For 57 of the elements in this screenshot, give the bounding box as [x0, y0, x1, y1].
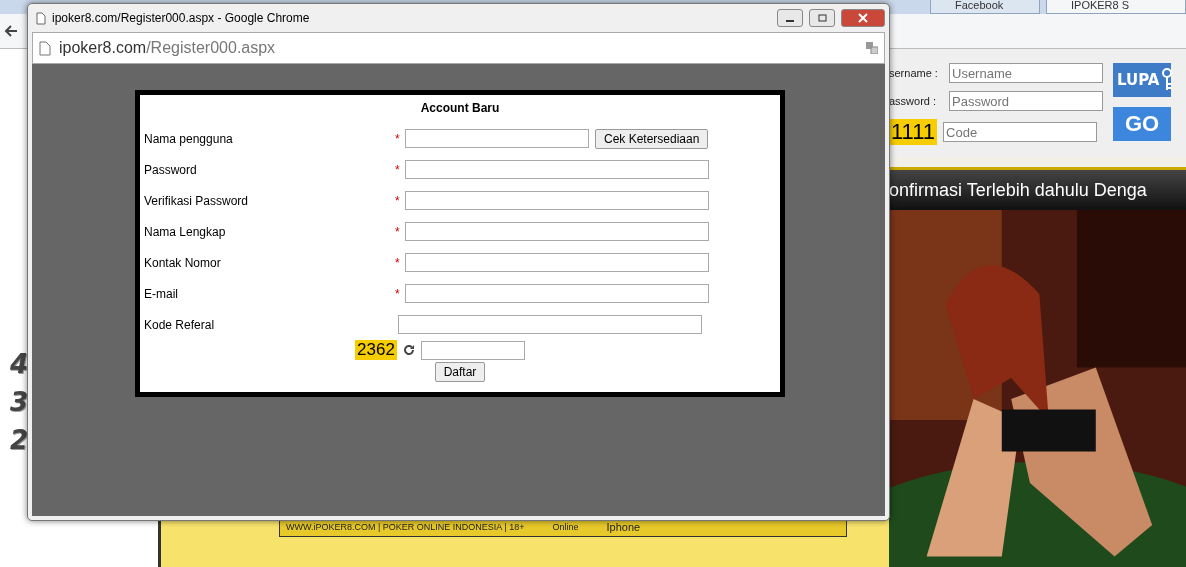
field-label: Nama pengguna — [144, 131, 234, 146]
translate-icon[interactable] — [866, 42, 878, 54]
input-field[interactable] — [405, 284, 709, 303]
login-field[interactable]: Code — [943, 122, 1098, 142]
field-label: Password — [144, 162, 198, 177]
url-path: /Register000.aspx — [146, 39, 276, 56]
browser-tab[interactable]: Facebook — [930, 0, 1040, 14]
login-label: sername : — [889, 67, 939, 79]
field-label: Nama Lengkap — [144, 224, 227, 239]
required-mark: * — [395, 131, 401, 146]
close-button[interactable] — [841, 9, 885, 27]
refresh-icon[interactable] — [402, 344, 415, 356]
iphone-label: Iphone — [606, 521, 641, 533]
captcha-code: 1111 — [889, 119, 938, 145]
page-icon — [39, 40, 51, 56]
close-icon — [858, 13, 868, 23]
required-mark: * — [395, 224, 401, 239]
footer-text: WWW.iPOKER8.COM | POKER ONLINE INDONESIA | 18+ — [286, 522, 525, 532]
required-mark: * — [395, 255, 401, 270]
window-title: ipoker8.com/Register000.aspx - Google Chrome — [52, 11, 311, 25]
forgot-button[interactable]: LUPA — [1113, 63, 1171, 97]
go-button[interactable]: GO — [1113, 107, 1171, 141]
input-field[interactable] — [405, 191, 709, 210]
login-field[interactable]: Username — [949, 63, 1103, 83]
login-field[interactable]: Password — [949, 91, 1103, 111]
online-label: Online — [552, 522, 579, 532]
back-icon[interactable] — [4, 24, 18, 38]
browser-tab[interactable]: IPOKER8 S — [1046, 0, 1186, 14]
maximize-button[interactable] — [809, 9, 835, 27]
maximize-icon — [817, 14, 827, 22]
digit-text: 4 — [10, 349, 30, 379]
captcha-code: 2362 — [355, 340, 397, 360]
captcha-field[interactable] — [420, 340, 525, 360]
url-host: ipoker8.com — [59, 39, 147, 56]
input-field[interactable] — [405, 253, 709, 272]
minimize-button[interactable] — [777, 9, 803, 27]
digit-text: 2 — [10, 425, 30, 455]
banner-text: onfirmasi Terlebih dahulu Denga — [889, 179, 1147, 201]
check-availability-button[interactable]: Cek Ketersediaan — [595, 128, 709, 149]
required-mark: * — [395, 286, 401, 301]
input-field[interactable] — [405, 222, 709, 241]
required-mark: * — [395, 193, 401, 208]
digit-text: 3 — [10, 387, 30, 417]
form-title: Account Baru — [420, 101, 500, 117]
key-icon — [1161, 68, 1174, 92]
input-field[interactable] — [398, 315, 702, 334]
field-label: Kode Referal — [144, 317, 216, 332]
login-label: assword : — [889, 95, 938, 107]
page-icon — [36, 11, 46, 25]
required-mark: * — [395, 162, 401, 177]
address-bar[interactable]: ipoker8.com/Register000.aspx — [32, 32, 885, 64]
submit-button[interactable]: Daftar — [434, 362, 486, 382]
input-field[interactable] — [405, 160, 709, 179]
field-label: Verifikasi Password — [144, 193, 250, 208]
field-label: Kontak Nomor — [144, 255, 222, 270]
input-field[interactable] — [405, 128, 589, 148]
field-label: E-mail — [144, 286, 179, 301]
